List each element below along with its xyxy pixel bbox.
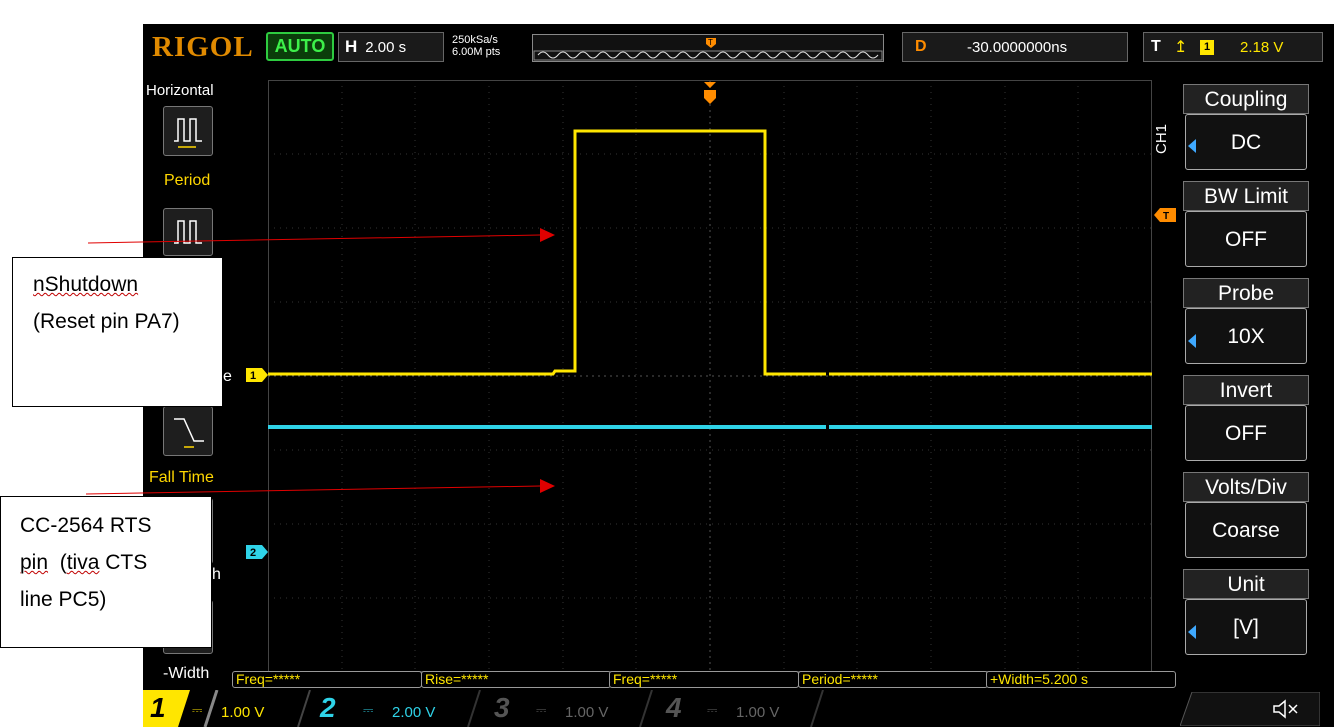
annotation-rts-paren: (: [59, 551, 67, 574]
annotation-rts-line1: CC-2564 RTS: [20, 514, 152, 537]
annotation-rts-word-pin: pin: [20, 551, 49, 574]
annotation-nshutdown: nShutdown (Reset pin PA7): [12, 257, 223, 407]
annotation-rts-line3: line PC5): [20, 588, 107, 611]
annotation-nshutdown-title: nShutdown: [33, 273, 139, 296]
annotation-nshutdown-detail: (Reset pin PA7): [33, 310, 180, 333]
annotation-rts-word-cts: CTS: [99, 551, 148, 574]
annotation-rts-word-tiva: tiva: [66, 551, 100, 574]
annotation-rts: CC-2564 RTS pin (tiva CTS line PC5): [0, 496, 212, 648]
